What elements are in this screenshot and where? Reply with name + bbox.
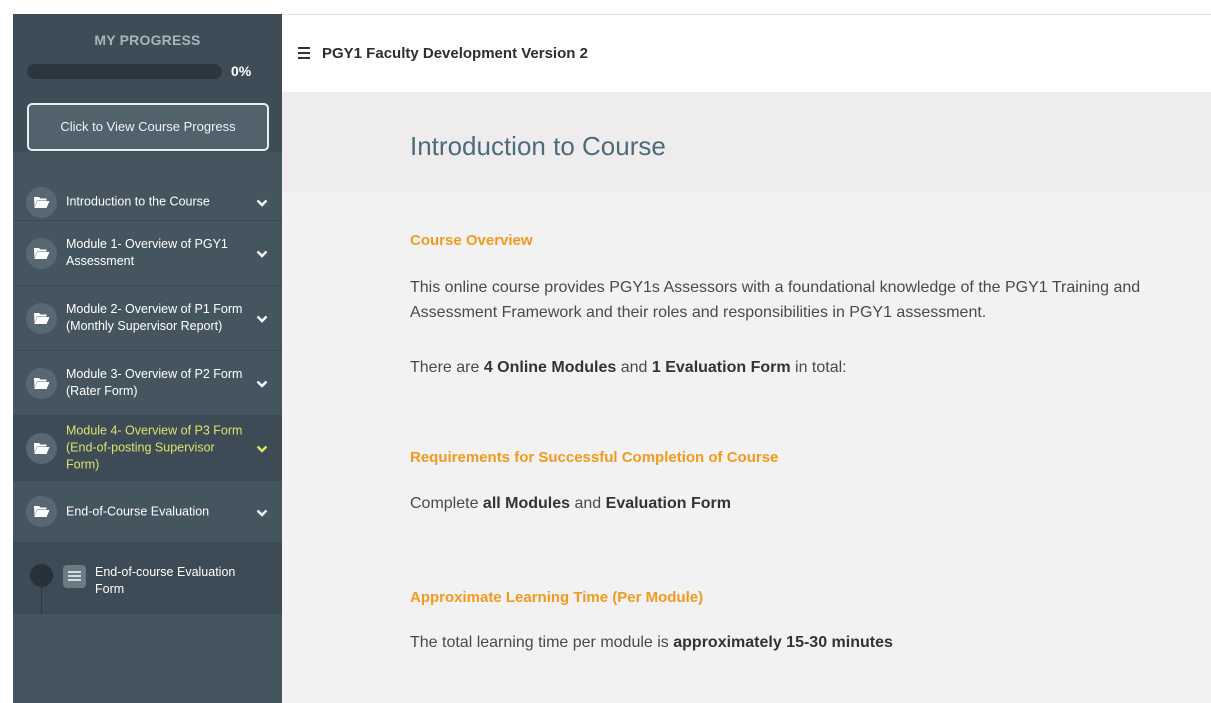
learning-time-text: The total learning time per module is ap… [410,630,1190,655]
progress-title: MY PROGRESS [94,32,201,48]
chevron-down-icon[interactable] [256,312,268,330]
chevron-down-icon[interactable] [256,247,268,265]
sidebar-item-label: Module 3- Overview of P2 Form (Rater For… [66,367,243,398]
sidebar-item-label: Module 1- Overview of PGY1 Assessment [66,237,228,268]
sidebar-item-label: Module 2- Overview of P1 Form (Monthly S… [66,302,243,333]
text: The total learning time per module is [410,634,674,651]
text: There are [410,359,484,376]
section-heading-requirements: Requirements for Successful Completion o… [410,449,779,466]
chevron-down-icon[interactable] [256,506,268,524]
text: in total: [790,359,847,376]
progress-percent: 0% [231,63,252,79]
text: Complete [410,495,483,512]
course-overview-text: This online course provides PGY1s Assess… [410,279,1141,321]
folder-open-icon [26,186,57,218]
modules-count: 4 Online Modules [483,359,617,376]
hamburger-icon[interactable] [298,47,310,59]
sidebar-item-label: End-of-Course Evaluation [66,504,210,518]
status-dot-icon [30,564,53,587]
sidebar-item-end-of-course-evaluation[interactable]: End-of-Course Evaluation [13,480,282,542]
list-icon [63,565,86,588]
view-course-progress-button[interactable]: Click to View Course Progress [27,103,269,151]
sidebar-item-module-3[interactable]: Module 3- Overview of P2 Form (Rater For… [13,350,282,415]
folder-open-icon [26,302,57,334]
chevron-down-icon[interactable] [256,196,268,214]
requirement-modules: all Modules [482,495,571,512]
header-bar: PGY1 Faculty Development Version 2 [282,14,1211,92]
page-title-band: Introduction to Course [282,92,1211,192]
section-heading-learning-time: Approximate Learning Time (Per Module) [410,589,704,606]
folder-open-icon [26,367,57,399]
requirement-evaluation: Evaluation Form [605,495,731,512]
page-title: Introduction to Course [410,131,666,161]
course-title: PGY1 Faculty Development Version 2 [322,45,588,62]
module-list: Introduction to the Course Module 1- Ove… [13,184,282,614]
chevron-down-icon[interactable] [256,377,268,395]
modules-summary: There are 4 Online Modules and 1 Evaluat… [410,355,1190,380]
sidebar-item-introduction[interactable]: Introduction to the Course [13,184,282,220]
main-content: Introduction to Course Course Overview T… [282,92,1211,703]
text: and [570,495,606,512]
sidebar-item-label: Module 4- Overview of P3 Form (End-of-po… [66,423,243,472]
folder-open-icon [26,496,57,527]
app-frame: MY PROGRESS 0% Click to View Course Prog… [13,14,1211,703]
sidebar-item-module-2[interactable]: Module 2- Overview of P1 Form (Monthly S… [13,285,282,350]
learning-time-value: approximately 15-30 minutes [673,634,893,651]
sidebar-item-label: Introduction to the Course [66,194,210,209]
progress-panel: MY PROGRESS 0% Click to View Course Prog… [13,14,282,152]
sidebar: MY PROGRESS 0% Click to View Course Prog… [13,14,282,703]
evaluation-count: 1 Evaluation Form [651,359,791,376]
folder-open-icon [26,432,57,464]
sidebar-subitem-evaluation-form[interactable]: End-of-course Evaluation Form [13,542,282,614]
sidebar-item-module-1[interactable]: Module 1- Overview of PGY1 Assessment [13,220,282,285]
chevron-down-icon[interactable] [256,442,268,460]
progress-bar [27,64,222,79]
sidebar-subitem-label: End-of-course Evaluation Form [95,565,236,596]
sidebar-item-module-4[interactable]: Module 4- Overview of P3 Form (End-of-po… [13,415,282,480]
section-heading-course-overview: Course Overview [410,232,533,249]
text: and [616,359,652,376]
requirements-text: Complete all Modules and Evaluation Form [410,491,1190,516]
folder-open-icon [26,237,57,269]
